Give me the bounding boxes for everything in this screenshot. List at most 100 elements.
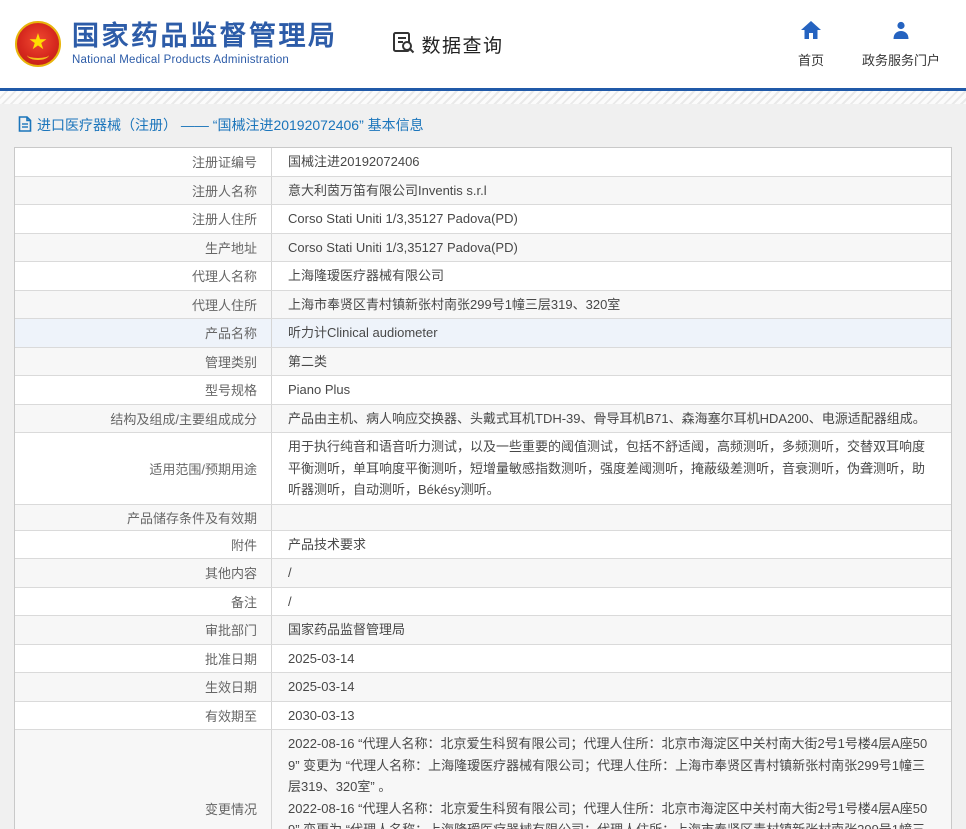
- data-search-icon: [390, 29, 416, 60]
- table-row: 管理类别 第二类: [15, 346, 951, 376]
- table-row: 审批部门 国家药品监督管理局: [15, 615, 951, 644]
- table-row: 变更情况 2022-08-16 “代理人名称：北京爱生科贸有限公司；代理人住所：北…: [15, 729, 951, 829]
- row-label-text: 结构及组成/主要组成成分: [110, 411, 257, 427]
- row-value-text: Corso Stati Uniti 1/3,35127 Padova(PD): [288, 211, 518, 226]
- row-value: 听力计Clinical audiometer: [272, 319, 951, 347]
- row-value: Corso Stati Uniti 1/3,35127 Padova(PD): [272, 205, 951, 233]
- row-label: 产品名称: [15, 319, 272, 347]
- row-label: 生产地址: [15, 233, 272, 261]
- row-label: 注册人名称: [15, 176, 272, 204]
- table-row: 代理人名称 上海隆瑷医疗器械有限公司: [15, 261, 951, 290]
- row-value-text: 2030-03-13: [288, 707, 355, 723]
- row-value: /: [272, 559, 951, 587]
- table-row: 有效期至 2030-03-13: [15, 700, 951, 729]
- row-label-text: 注册人住所: [191, 212, 257, 228]
- row-value-text: 第二类: [288, 353, 328, 369]
- row-value: /: [272, 588, 951, 616]
- page-title: 进口医疗器械（注册） —— “国械注进20192072406” 基本信息: [37, 117, 424, 133]
- star-icon: ★: [28, 29, 48, 54]
- breadcrumb: 进口医疗器械（注册） —— “国械注进20192072406” 基本信息: [0, 104, 966, 147]
- row-value: 第二类: [272, 348, 951, 376]
- row-value-text: /: [288, 565, 292, 580]
- table-row: 结构及组成/主要组成成分 产品由主机、病人响应交换器、头戴式耳机TDH-39、骨导…: [15, 403, 951, 433]
- row-label-text: 有效期至: [204, 708, 257, 724]
- row-value: 2022-08-16 “代理人名称：北京爱生科贸有限公司；代理人住所：北京市海淀…: [272, 730, 951, 829]
- row-value: 产品由主机、病人响应交换器、头戴式耳机TDH-39、骨导耳机B71、森海塞尔耳机…: [272, 405, 951, 433]
- row-label-text: 适用范围/预期用途: [149, 461, 257, 477]
- nav-home-label: 首页: [797, 52, 824, 68]
- table-row: 产品名称 听力计Clinical audiometer: [15, 318, 951, 347]
- row-value-text: Piano Plus: [288, 382, 351, 397]
- site-header: ★ 国家药品监督管理局 National Medical Products Ad…: [0, 0, 966, 88]
- row-label: 型号规格: [15, 376, 272, 404]
- row-value: 2025-03-14: [272, 673, 951, 701]
- row-value: Corso Stati Uniti 1/3,35127 Padova(PD): [272, 234, 951, 262]
- row-label-text: 附件: [230, 537, 257, 553]
- row-label-text: 管理类别: [204, 354, 257, 370]
- row-label: 注册人住所: [15, 205, 272, 233]
- brand-text: 国家药品监督管理局 National Medical Products Admi…: [72, 21, 338, 66]
- document-icon: [18, 115, 32, 135]
- table-row: 生产地址 Corso Stati Uniti 1/3,35127 Padova(P…: [15, 232, 951, 262]
- row-value: Piano Plus: [272, 376, 951, 404]
- row-value: 国家药品监督管理局: [272, 616, 951, 644]
- row-label-text: 产品名称: [204, 326, 257, 342]
- national-emblem-icon: ★: [15, 21, 61, 67]
- row-label: 代理人名称: [15, 262, 272, 290]
- row-label: 批准日期: [15, 644, 272, 672]
- row-value-text: 上海隆瑷医疗器械有限公司: [288, 268, 445, 283]
- user-icon: [891, 20, 911, 45]
- row-label: 结构及组成/主要组成成分: [15, 404, 272, 432]
- row-label: 管理类别: [15, 347, 272, 375]
- row-value: 意大利茵万笛有限公司Inventis s.r.l: [272, 177, 951, 205]
- row-label: 代理人住所: [15, 290, 272, 318]
- row-label: 其他内容: [15, 559, 272, 587]
- row-label-text: 生效日期: [204, 680, 257, 696]
- data-query-title: 数据查询: [390, 29, 504, 60]
- row-value: 上海市奉贤区青村镇新张村南张299号1幢三层319、320室: [272, 291, 951, 319]
- row-value-text: 2022-08-16 “代理人名称：北京爱生科贸有限公司；代理人住所：北京市海淀…: [288, 736, 928, 829]
- row-value-text: 2025-03-14: [288, 679, 355, 694]
- org-name-en: National Medical Products Administration: [72, 53, 290, 66]
- row-value-text: 产品由主机、病人响应交换器、头戴式耳机TDH-39、骨导耳机B71、森海塞尔耳机…: [288, 410, 926, 426]
- header-nav: 首页 政务服务门户: [798, 20, 940, 69]
- table-row: 代理人住所 上海市奉贤区青村镇新张村南张299号1幢三层319、320室: [15, 289, 951, 319]
- row-label: 适用范围/预期用途: [15, 433, 272, 504]
- row-value-text: 意大利茵万笛有限公司Inventis s.r.l: [288, 182, 487, 198]
- row-label-text: 型号规格: [204, 383, 257, 399]
- row-value-text: 产品技术要求: [288, 536, 367, 552]
- table-row: 产品储存条件及有效期: [15, 503, 951, 530]
- row-value: 国械注进20192072406: [272, 148, 951, 176]
- table-row: 生效日期 2025-03-14: [15, 672, 951, 701]
- nav-gov-portal[interactable]: 政务服务门户: [862, 20, 940, 69]
- row-label: 生效日期: [15, 673, 272, 701]
- row-value: 上海隆瑷医疗器械有限公司: [272, 262, 951, 290]
- row-value: 2025-03-14: [272, 645, 951, 673]
- row-value-text: /: [288, 593, 292, 609]
- row-label-text: 注册人名称: [191, 183, 257, 199]
- row-label: 注册证编号: [15, 148, 272, 176]
- row-label: 备注: [15, 587, 272, 615]
- row-label-text: 备注: [230, 594, 257, 610]
- table-row: 注册人名称 意大利茵万笛有限公司Inventis s.r.l: [15, 175, 951, 205]
- table-row: 注册人住所 Corso Stati Uniti 1/3,35127 Padova(…: [15, 204, 951, 233]
- row-label-text: 其他内容: [204, 566, 257, 582]
- org-name-cn: 国家药品监督管理局: [72, 21, 338, 52]
- row-value-text: 听力计Clinical audiometer: [288, 325, 438, 340]
- row-label-text: 审批部门: [204, 623, 257, 639]
- table-row: 批准日期 2025-03-14: [15, 643, 951, 673]
- row-value-text: 国械注进20192072406: [288, 154, 420, 169]
- row-value: 产品技术要求: [272, 531, 951, 559]
- row-label: 附件: [15, 530, 272, 558]
- nav-home[interactable]: 首页: [798, 20, 824, 69]
- row-label-text: 代理人住所: [191, 297, 257, 313]
- table-row: 适用范围/预期用途 用于执行纯音和语音听力测试，以及一些重要的阈值测试，包括不舒适…: [15, 432, 951, 504]
- row-label-text: 变更情况: [204, 801, 257, 817]
- row-label-text: 生产地址: [204, 240, 257, 256]
- info-table: 注册证编号 国械注进20192072406 注册人名称 意大利茵万笛有限公司Inven…: [14, 147, 952, 829]
- site-logo[interactable]: ★ 国家药品监督管理局 National Medical Products Ad…: [15, 21, 338, 67]
- content-area: 进口医疗器械（注册） —— “国械注进20192072406” 基本信息 注册证…: [0, 104, 966, 829]
- page: ★ 国家药品监督管理局 National Medical Products Ad…: [0, 0, 966, 829]
- row-value-text: 国家药品监督管理局: [288, 622, 406, 637]
- table-row: 其他内容 /: [15, 558, 951, 587]
